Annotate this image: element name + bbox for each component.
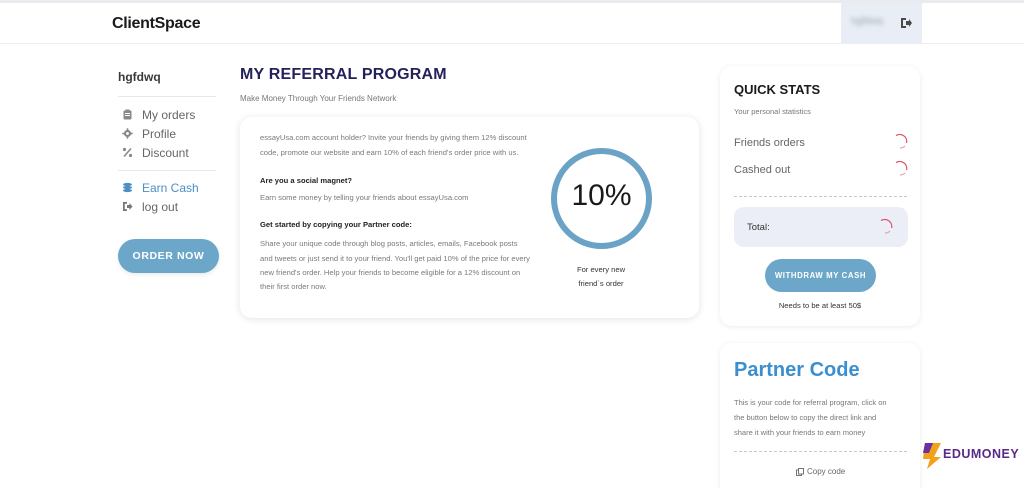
partner-line-3: new friend's order. Help your friends to… [260, 268, 521, 277]
gear-icon [122, 128, 133, 139]
loading-spinner-icon [895, 160, 908, 176]
edumoney-logo-icon [923, 443, 941, 469]
percent-icon [122, 147, 133, 158]
copy-code-button[interactable]: Copy code [796, 467, 845, 476]
intro-line-1: essayUsa.com account holder? Invite your… [260, 133, 527, 142]
caption-line-1: For every new [576, 265, 626, 274]
copy-code-label: Copy code [807, 467, 846, 476]
percent-ring: 10% [551, 148, 652, 249]
withdraw-cash-button[interactable]: WITHDRAW MY CASH [765, 259, 876, 292]
partner-description: This is your code for referral program, … [734, 395, 912, 440]
percent-value: 10% [571, 179, 632, 212]
user-menu[interactable]: hgfdwq [841, 3, 922, 44]
sidebar-item-label: Earn Cash [142, 180, 199, 195]
partner-desc-line: This is your code for referral program, … [734, 398, 887, 407]
order-now-button[interactable]: ORDER NOW [118, 239, 219, 273]
page-title: MY REFERRAL PROGRAM [240, 66, 447, 83]
watermark-text: EDUMONEY [943, 447, 1020, 461]
partner-line-2: and tweets or just send it to your frien… [260, 254, 530, 263]
partner-desc-line: share it with your friends to earn money [734, 428, 866, 437]
sidebar-item-my-orders[interactable]: My orders [118, 105, 218, 124]
partner-desc-line: the button below to copy the direct link… [734, 413, 877, 422]
caption-line-2: friend`s order [578, 279, 624, 288]
social-text: Earn some money by telling your friends … [260, 193, 469, 202]
sidebar-item-profile[interactable]: Profile [118, 124, 218, 143]
partner-line-1: Share your unique code through blog post… [260, 239, 518, 248]
logout-icon[interactable] [900, 17, 912, 29]
social-heading: Are you a social magnet? [260, 176, 352, 185]
sidebar-item-label: log out [142, 199, 179, 214]
partner-heading: Get started by copying your Partner code… [260, 220, 412, 229]
sidebar-item-label: Profile [142, 126, 177, 141]
withdraw-note: Needs to be at least 50$ [778, 301, 862, 310]
partner-code-card: Partner Code This is your code for refer… [720, 343, 920, 488]
sidebar-username: hgfdwq [118, 70, 161, 84]
stats-subtitle: Your personal statistics [734, 107, 811, 116]
sidebar-item-logout[interactable]: log out [118, 197, 218, 216]
cashed-out-label: Cashed out [734, 164, 791, 176]
sidebar-item-label: Discount [142, 145, 189, 160]
loading-spinner-icon [895, 133, 908, 149]
stats-divider [734, 196, 907, 197]
total-label: Total: [747, 222, 770, 233]
coins-icon [123, 182, 132, 193]
sidebar-item-earn-cash[interactable]: Earn Cash [118, 178, 218, 197]
sidebar: hgfdwq My orders Profile Discount Earn C… [118, 70, 218, 216]
clipboard-icon [123, 109, 132, 120]
header-bar: ClientSpace hgfdwq [0, 3, 1024, 44]
quick-stats-card: QUICK STATS Your personal statistics Fri… [720, 66, 920, 326]
sidebar-item-discount[interactable]: Discount [118, 143, 218, 162]
edumoney-watermark: EDUMONEY [921, 441, 1021, 471]
intro-line-2: code, promote our website and earn 10% o… [260, 148, 519, 157]
partner-divider [734, 451, 907, 452]
logout-icon [123, 202, 133, 211]
header-username: hgfdwq [851, 16, 884, 27]
referral-card: essayUsa.com account holder? Invite your… [240, 117, 699, 318]
sidebar-item-label: My orders [142, 107, 196, 122]
app-logo[interactable]: ClientSpace [112, 15, 201, 33]
percent-caption: For every new friend`s order [558, 263, 644, 291]
total-box: Total: [734, 207, 908, 247]
page-subtitle: Make Money Through Your Friends Network [240, 94, 397, 103]
stats-title: QUICK STATS [734, 82, 821, 97]
copy-icon [796, 467, 804, 476]
loading-spinner-icon [880, 218, 893, 234]
sidebar-divider [118, 170, 216, 171]
partner-line-4: their first order now. [260, 282, 327, 291]
partner-title: Partner Code [734, 359, 860, 381]
friends-orders-label: Friends orders [734, 137, 805, 149]
